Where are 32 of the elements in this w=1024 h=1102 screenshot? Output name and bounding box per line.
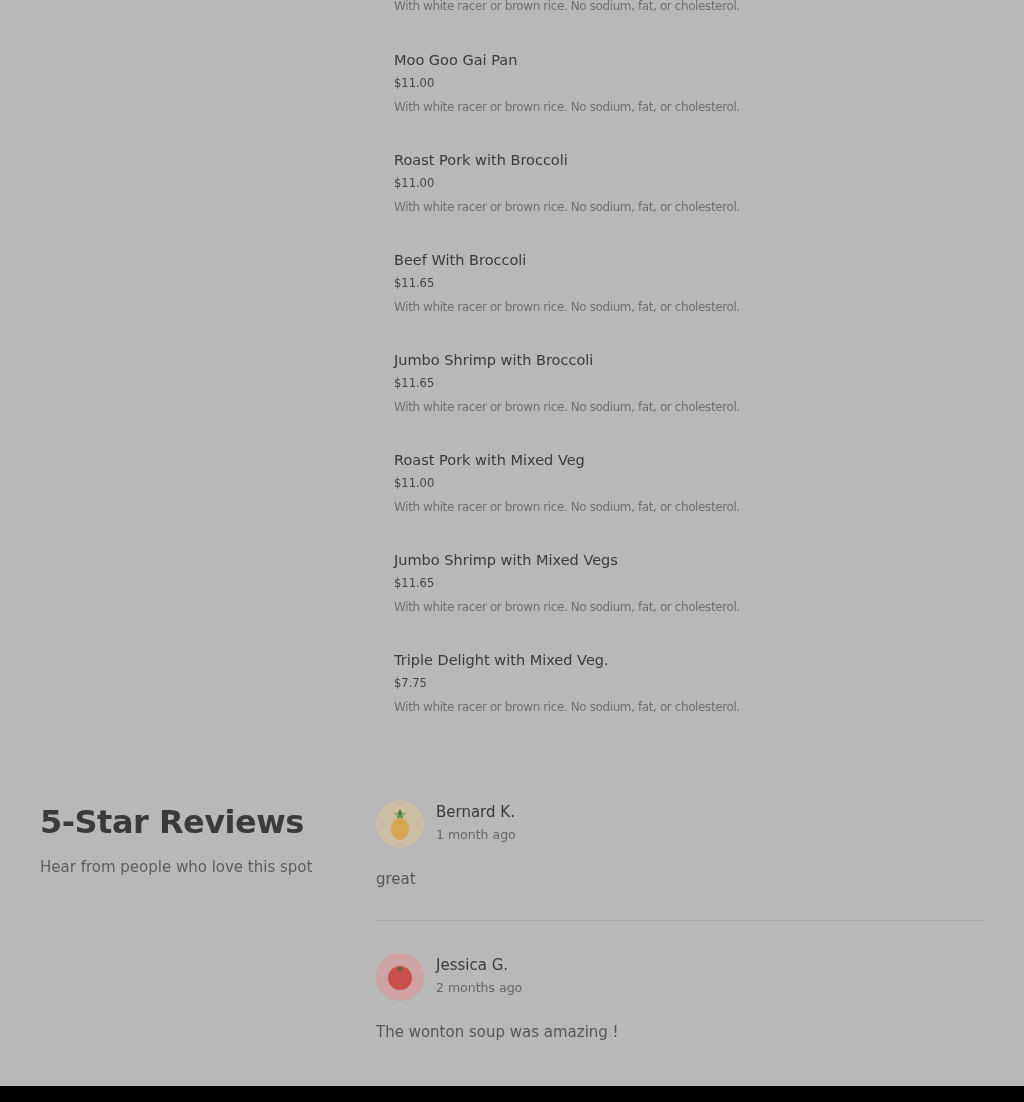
menu-item-description: With white racer or brown rice. No sodium, fat, or cholesterol. [394, 199, 741, 215]
menu-item-price: $7.75 [394, 675, 428, 692]
section-subtitle: Hear from people who love this spot [40, 858, 314, 876]
menu-item-description: With white racer or brown rice. No sodium, fat, or cholesterol. [394, 0, 741, 14]
review-time: 1 month ago [436, 827, 516, 842]
menu-item-price: $11.65 [394, 575, 436, 592]
menu-item-price: $11.00 [394, 75, 436, 92]
menu-item-name: Moo Goo Gai Pan [394, 51, 519, 70]
menu-item-name: Roast Pork with Mixed Veg [394, 451, 586, 470]
reviewer-name: Jessica G. [436, 955, 510, 975]
menu-item-name: Jumbo Shrimp with Broccoli [394, 351, 595, 370]
reviewer-name: Bernard K. [436, 802, 516, 822]
menu-item-description: With white racer or brown rice. No sodium, fat, or cholesterol. [394, 99, 741, 115]
menu-item-description: With white racer or brown rice. No sodium, fat, or cholesterol. [394, 499, 741, 515]
review-time: 2 months ago [436, 980, 523, 995]
menu-item-price: $11.65 [394, 375, 436, 392]
menu-item-description: With white racer or brown rice. No sodium, fat, or cholesterol. [394, 599, 741, 615]
menu-item-description: With white racer or brown rice. No sodium, fat, or cholesterol. [394, 399, 741, 415]
section-title: 5-Star Reviews [40, 802, 305, 843]
tomato-icon [387, 964, 413, 990]
menu-item-price: $11.65 [394, 275, 436, 292]
review-text: great [376, 870, 417, 888]
menu-item-price: $11.00 [394, 475, 436, 492]
menu-item-price: $11.00 [394, 175, 436, 192]
menu-item-description: With white racer or brown rice. No sodium, fat, or cholesterol. [394, 299, 741, 315]
menu-item-name: Jumbo Shrimp with Mixed Vegs [394, 551, 619, 570]
menu-item-name: Roast Pork with Broccoli [394, 151, 569, 170]
menu-item-name: Beef With Broccoli [394, 251, 528, 270]
menu-item-description: With white racer or brown rice. No sodium, fat, or cholesterol. [394, 699, 741, 715]
review-text: The wonton soup was amazing ! [376, 1023, 620, 1041]
pineapple-icon [388, 808, 412, 840]
menu-item-name: Triple Delight with Mixed Veg. [394, 651, 610, 670]
